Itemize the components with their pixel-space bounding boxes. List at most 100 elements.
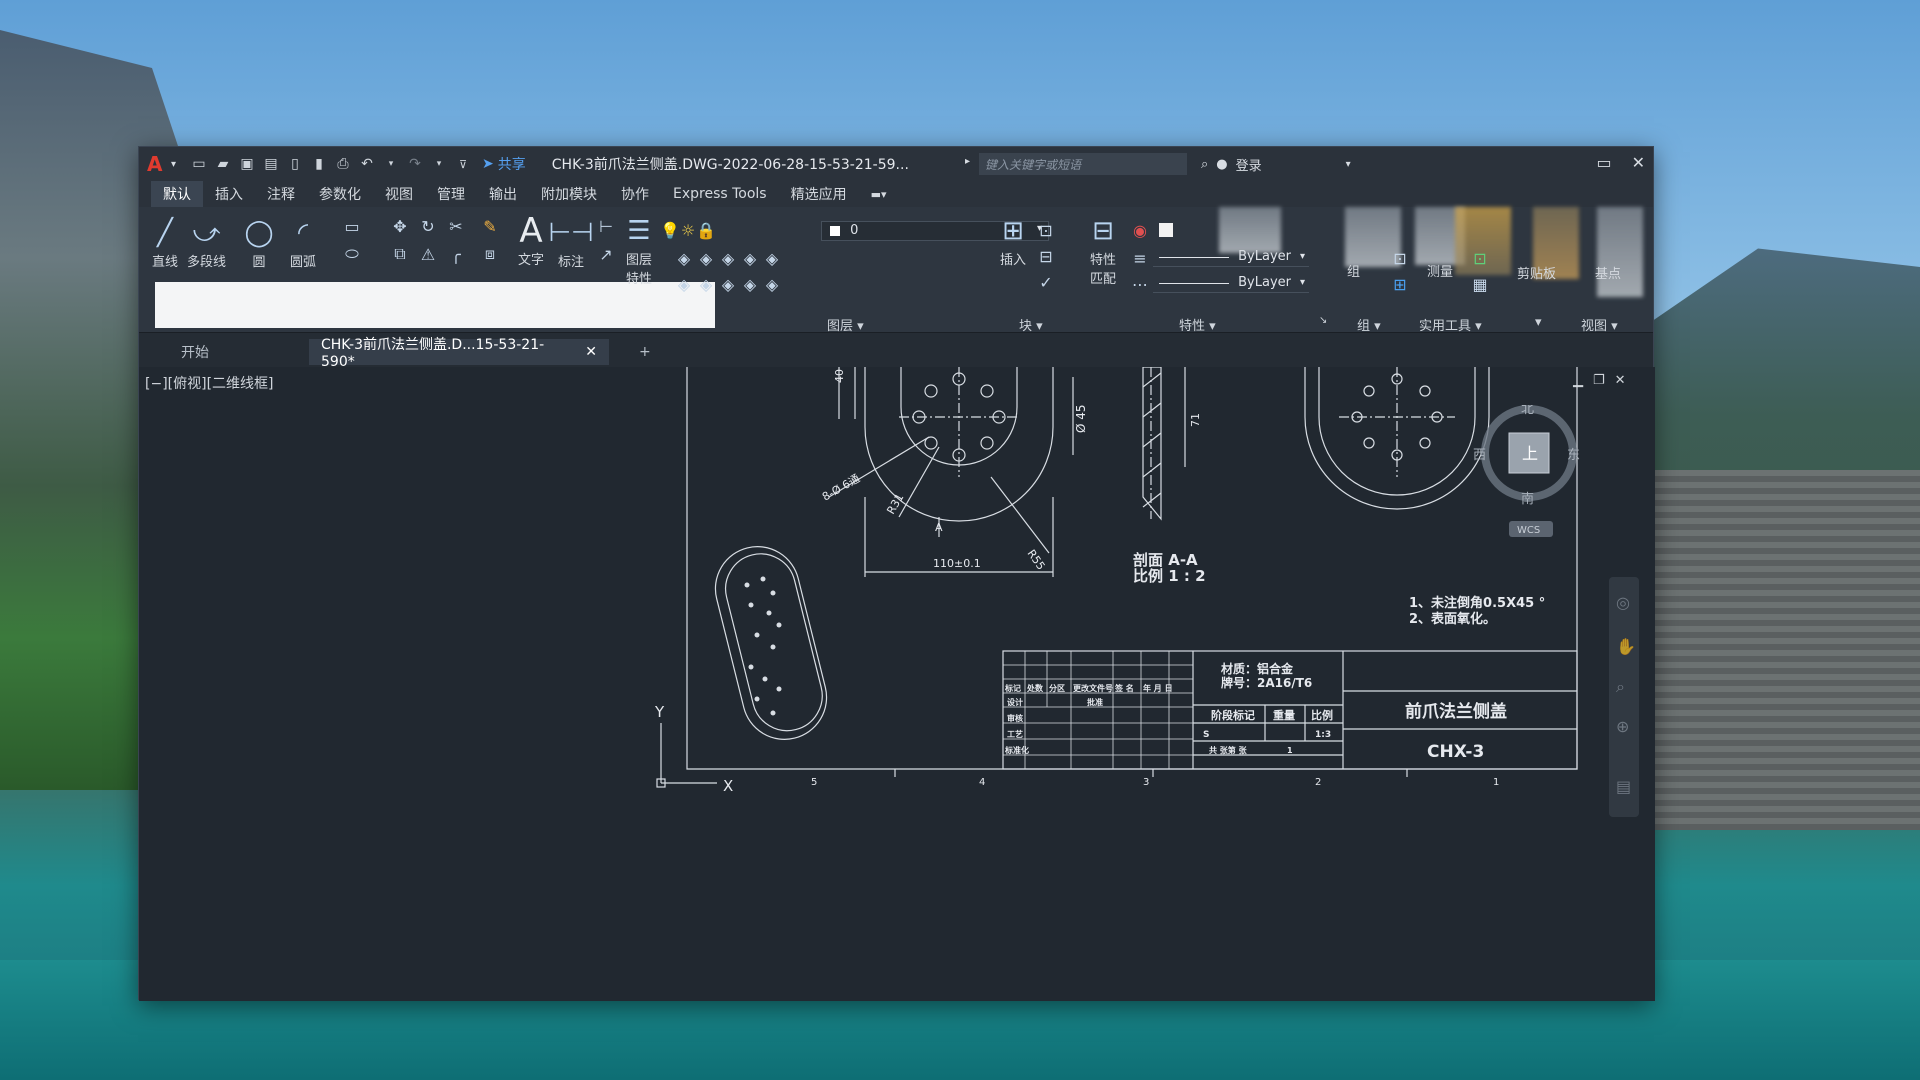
color-swatch[interactable]: [1159, 223, 1173, 237]
layer-tool-9-icon[interactable]: ◈: [739, 273, 761, 295]
login-chevron-icon[interactable]: ▾: [1346, 159, 1351, 170]
viewcube-west[interactable]: 西: [1473, 448, 1486, 463]
group-tool[interactable]: 组: [1347, 261, 1360, 280]
measure-tool[interactable]: 测量: [1427, 261, 1453, 280]
layer-tool-1-icon[interactable]: ◈: [673, 247, 695, 269]
calculator-icon[interactable]: ▦: [1469, 273, 1491, 295]
utilities-panel-label[interactable]: 实用工具 ▾: [1419, 315, 1482, 334]
close-tab-icon[interactable]: ✕: [585, 344, 597, 360]
group-panel-label[interactable]: 组 ▾: [1357, 315, 1381, 334]
title-expand-chevron-icon[interactable]: ▸: [965, 156, 970, 167]
open-folder-icon[interactable]: ▰: [214, 155, 232, 173]
tab-insert[interactable]: 插入: [203, 181, 255, 207]
quick-select-icon[interactable]: ⊡: [1469, 247, 1491, 269]
search-input[interactable]: 键入关键字或短语: [979, 153, 1187, 175]
leader-icon[interactable]: ↗: [595, 243, 617, 265]
block-attr-icon[interactable]: ✓: [1035, 271, 1057, 293]
erase-icon[interactable]: ✎: [479, 215, 501, 237]
viewcube-south[interactable]: 南: [1521, 491, 1534, 507]
layer-tool-5-icon[interactable]: ◈: [761, 247, 783, 269]
view-panel-label[interactable]: 视图 ▾: [1581, 315, 1618, 334]
layer-tool-6-icon[interactable]: ◈: [673, 273, 695, 295]
layer-tool-7-icon[interactable]: ◈: [695, 273, 717, 295]
color-wheel-icon[interactable]: ◉: [1129, 219, 1151, 241]
properties-panel-label[interactable]: 特性 ▾: [1179, 315, 1216, 334]
login-area[interactable]: ⌕ ● 登录 ▾: [1201, 155, 1351, 174]
pan-icon[interactable]: ✋: [1616, 637, 1636, 656]
layer-tool-8-icon[interactable]: ◈: [717, 273, 739, 295]
navigation-bar[interactable]: ◎ ✋ ⌕ ⊕ ▤: [1609, 577, 1639, 817]
clipboard-tool[interactable]: 剪贴板: [1517, 263, 1556, 282]
linetype-dropdown[interactable]: ByLayer ▾: [1153, 273, 1309, 293]
rectangle-icon[interactable]: ▭: [341, 215, 363, 237]
tab-featured-apps[interactable]: 精选应用: [779, 181, 859, 207]
lineweight-icon[interactable]: ≡: [1129, 247, 1151, 269]
copy-icon[interactable]: ⧉: [389, 243, 411, 265]
linear-dim-icon[interactable]: ⊢: [595, 215, 617, 237]
redo-icon[interactable]: ↷: [406, 155, 424, 173]
layer-tool-10-icon[interactable]: ◈: [761, 273, 783, 295]
zoom-icon[interactable]: ⌕: [1616, 677, 1625, 697]
redo-chevron-icon[interactable]: ▾: [430, 155, 448, 173]
maximize-icon[interactable]: ▭: [1596, 153, 1611, 172]
tab-parametric[interactable]: 参数化: [307, 181, 373, 207]
circle-tool[interactable]: ◯ 圆: [241, 215, 277, 270]
command-line-input[interactable]: [155, 282, 715, 328]
showmotion-icon[interactable]: ▤: [1616, 777, 1631, 796]
linetype-icon[interactable]: ⋯: [1129, 273, 1151, 295]
save-icon[interactable]: ▣: [238, 155, 256, 173]
tab-start[interactable]: 开始: [169, 339, 221, 365]
save-as-icon[interactable]: ▤: [262, 155, 280, 173]
open-web-icon[interactable]: ▯: [286, 155, 304, 173]
polyline-tool[interactable]: ⤻ 多段线: [187, 215, 226, 271]
customize-toolbar-icon[interactable]: ⊽: [454, 155, 472, 173]
drawing-viewport[interactable]: [−][俯视][二维线框] ▁ ❐ ✕ 40 Ø 45 71 8-Ø 6通 R3…: [139, 367, 1655, 1001]
line-tool[interactable]: ╱ 直线: [147, 215, 183, 270]
layer-tool-4-icon[interactable]: ◈: [739, 247, 761, 269]
create-block-icon[interactable]: ⊡: [1035, 219, 1057, 241]
scale-icon[interactable]: ⧈: [479, 243, 501, 265]
layer-tool-2-icon[interactable]: ◈: [695, 247, 717, 269]
properties-launcher-icon[interactable]: ↘: [1319, 315, 1327, 326]
insert-block-tool[interactable]: ⊞ 插入: [995, 213, 1031, 268]
layers-panel-label[interactable]: 图层 ▾: [827, 315, 864, 334]
edit-block-icon[interactable]: ⊟: [1035, 245, 1057, 267]
viewcube[interactable]: 上 北 南 东 西 WCS: [1469, 402, 1589, 545]
ribbon-toggle-icon[interactable]: ▬▾: [859, 185, 899, 204]
text-tool[interactable]: A 文字: [513, 211, 549, 268]
tab-collaborate[interactable]: 协作: [609, 181, 661, 207]
match-properties-tool[interactable]: ⊟ 特性 匹配: [1085, 213, 1121, 287]
steering-wheel-icon[interactable]: ◎: [1616, 593, 1630, 612]
new-tab-button[interactable]: +: [627, 339, 663, 365]
save-web-icon[interactable]: ▮: [310, 155, 328, 173]
tab-manage[interactable]: 管理: [425, 181, 477, 207]
base-point-tool[interactable]: 基点: [1595, 263, 1621, 282]
tab-express-tools[interactable]: Express Tools: [661, 183, 779, 205]
trim-icon[interactable]: ✂: [445, 215, 467, 237]
viewcube-north[interactable]: 北: [1521, 402, 1534, 417]
new-file-icon[interactable]: ▭: [190, 155, 208, 173]
arc-tool[interactable]: ◜ 圆弧: [285, 215, 321, 270]
tab-default[interactable]: 默认: [151, 181, 203, 207]
tab-view[interactable]: 视图: [373, 181, 425, 207]
ellipse-icon[interactable]: ⬭: [341, 243, 363, 265]
clipboard-chevron-icon[interactable]: ▾: [1535, 315, 1542, 330]
share-button[interactable]: ➤ 共享: [482, 154, 526, 174]
tab-output[interactable]: 输出: [477, 181, 529, 207]
plot-icon[interactable]: ⎙: [334, 155, 352, 173]
fillet-icon[interactable]: ╭: [445, 243, 467, 265]
autocad-logo-icon[interactable]: A: [147, 152, 169, 176]
dimension-tool[interactable]: ⊢⊣ 标注: [548, 215, 593, 270]
move-icon[interactable]: ✥: [389, 215, 411, 237]
tab-annotate[interactable]: 注释: [255, 181, 307, 207]
viewcube-east[interactable]: 东: [1567, 448, 1580, 463]
app-menu-chevron-icon[interactable]: ▾: [171, 159, 176, 170]
close-icon[interactable]: ✕: [1632, 153, 1645, 172]
mirror-icon[interactable]: ⚠: [417, 243, 439, 265]
layer-tool-3-icon[interactable]: ◈: [717, 247, 739, 269]
tab-drawing[interactable]: CHK-3前爪法兰侧盖.D...15-53-21-590* ✕: [309, 337, 609, 370]
undo-icon[interactable]: ↶: [358, 155, 376, 173]
block-panel-label[interactable]: 块 ▾: [1019, 315, 1043, 334]
layer-lock-icon[interactable]: 🔒: [695, 219, 717, 241]
rotate-icon[interactable]: ↻: [417, 215, 439, 237]
